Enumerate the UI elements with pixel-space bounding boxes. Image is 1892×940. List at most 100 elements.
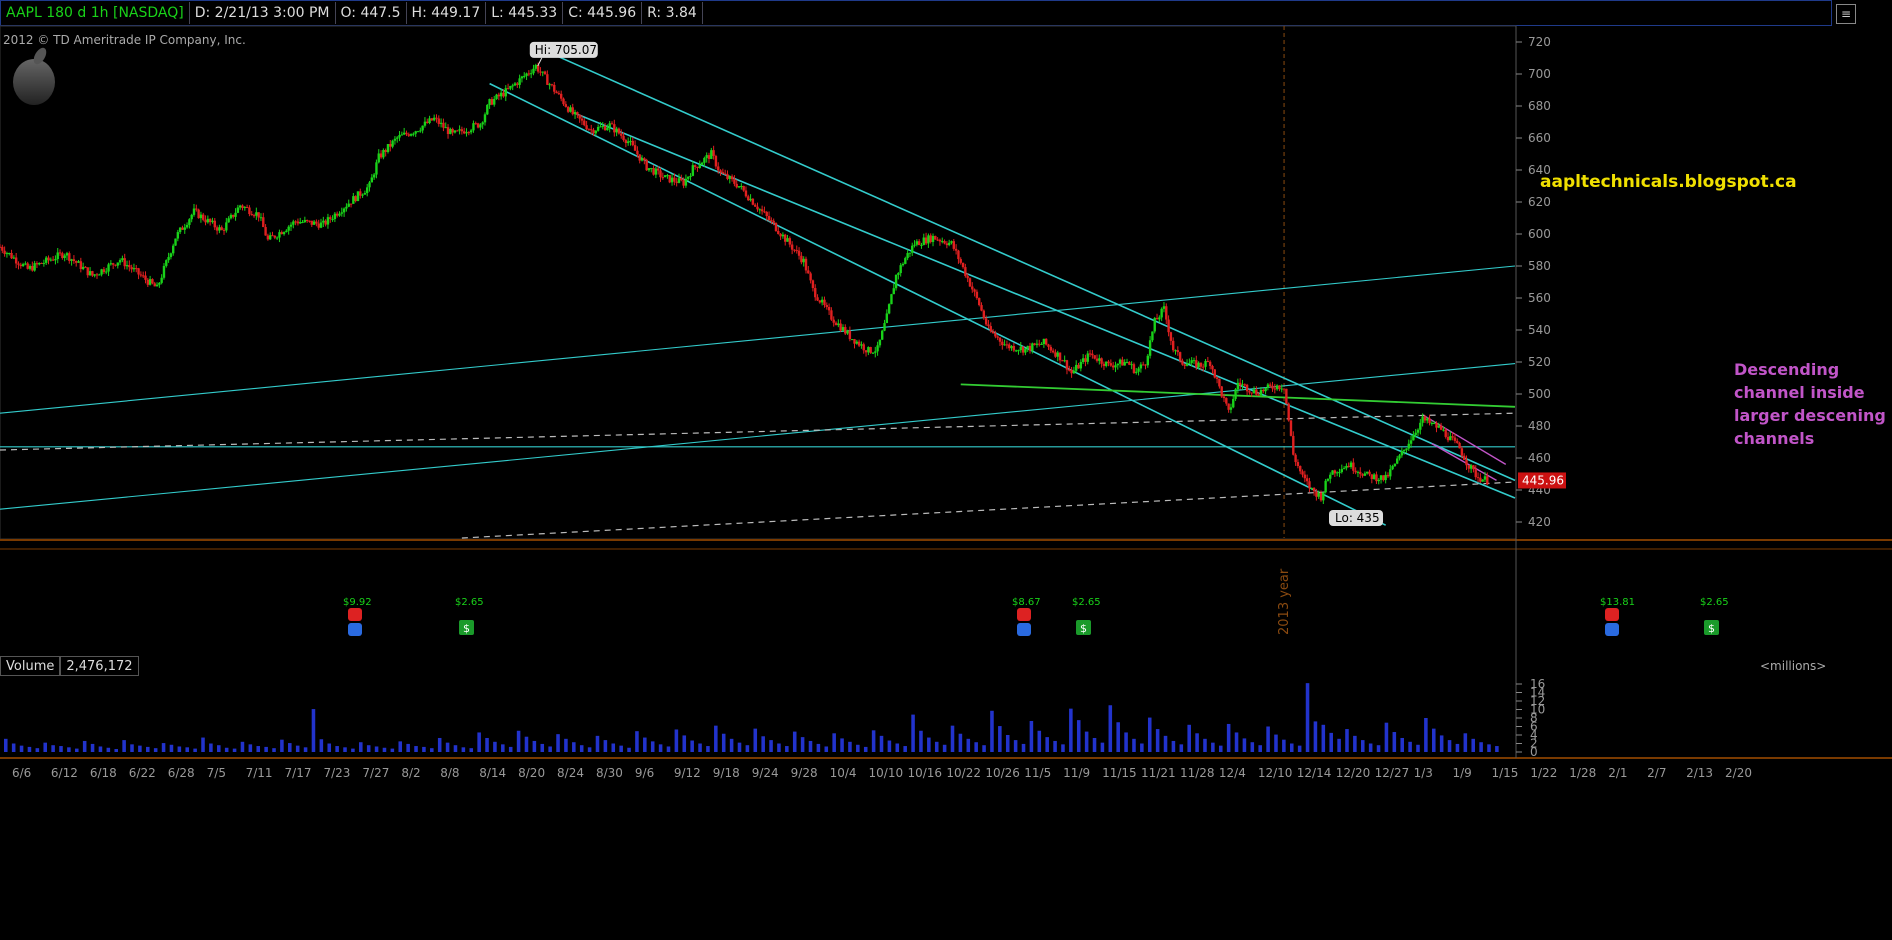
candle-body [1107,361,1110,364]
volume-bar [1116,722,1120,752]
candle-body [1322,492,1325,501]
candle-body [192,208,196,215]
volume-bar [840,738,844,752]
volume-bar [280,739,284,752]
candle-body [1225,398,1228,404]
volume-bar [106,747,111,752]
y-tick-label: 460 [1528,451,1551,465]
volume-bar [75,748,79,752]
volume-bar [138,745,142,752]
volume-bar [1495,746,1499,752]
volume-bar [327,743,332,752]
volume-bar [587,747,592,752]
candle-body [1335,472,1339,474]
candle-body [148,279,152,285]
candle-body [585,125,588,130]
volume-bar [1353,735,1357,752]
candle-body [1460,448,1464,456]
candle-body [1130,364,1133,366]
candle-body [479,124,482,128]
candle-body [105,271,108,273]
candle-body [1169,332,1173,341]
candle-body [137,268,140,275]
x-tick-label: 12/27 [1375,766,1410,780]
volume-bar [619,745,623,752]
candle-body [379,153,383,158]
candle-body [684,178,688,186]
candle-body [938,239,942,242]
candle-body [659,170,662,178]
candle-body [1105,361,1108,367]
candle-body [199,214,203,219]
candle-body [862,344,865,351]
volume-bar [595,735,600,752]
x-tick-label: 8/20 [518,766,545,780]
candle-body [1248,391,1251,393]
candle-body [1148,340,1152,356]
volume-bar [1061,744,1065,752]
y-tick-label: 540 [1528,323,1551,337]
volume-bar [1155,729,1160,752]
candle-body [1213,369,1216,378]
candle-body [250,213,253,216]
volume-bar [1360,740,1365,752]
candle-body [407,134,410,136]
candle-body [580,118,584,121]
candle-body [241,205,244,208]
x-tick-label: 1/28 [1569,766,1596,780]
x-tick-label: 8/24 [557,766,584,780]
volume-bar [1037,730,1042,752]
volume-bar [1368,743,1373,752]
candle-body [400,134,404,136]
volume-bar [745,745,750,752]
candle-body [804,258,808,271]
candle-body [236,207,240,213]
volume-bar [737,742,742,752]
candle-body [1111,365,1115,368]
volume-bar [469,748,474,752]
x-tick-label: 12/10 [1258,766,1293,780]
candle-body [285,230,288,233]
candle-body [262,217,265,228]
candle-body [1481,479,1484,482]
candle-body [728,176,731,179]
volume-bar [1487,744,1491,752]
volume-bar [169,744,174,752]
volume-bar [974,742,978,752]
volume-bar [319,739,324,752]
candle-body [1352,462,1355,471]
candle-body [1051,350,1055,353]
volume-bar [366,745,371,752]
candle-body [352,196,355,204]
candle-body [941,241,944,243]
x-tick-label: 6/22 [129,766,156,780]
volume-bar [1471,738,1475,752]
volume-bar [508,746,513,752]
candle-body [1001,341,1004,346]
x-tick-label: 10/16 [907,766,942,780]
candle-body [398,134,401,138]
candle-body [218,227,221,231]
candle-body [511,85,514,87]
candle-body [493,98,496,105]
candle-body [386,144,390,153]
volume-bar [146,746,150,752]
candle-body [1442,429,1445,431]
volume-bar [1431,728,1436,752]
candle-body [908,252,912,254]
candle-body [809,273,812,281]
candle-body [825,305,828,307]
volume-bar [658,744,663,752]
volume-bar [1392,732,1397,752]
chart-window: AAPL 180 d 1h [NASDAQ] D: 2/21/13 3:00 P… [0,0,1892,940]
candle-body [1446,436,1450,441]
volume-bar [674,729,679,752]
candle-body [183,227,186,230]
candle-body [98,274,101,276]
candle-body [650,168,653,170]
candle-body [79,261,83,270]
candle-body [1266,384,1270,388]
candle-body [278,232,281,238]
candle-body [1312,487,1316,492]
candle-body [229,214,233,219]
